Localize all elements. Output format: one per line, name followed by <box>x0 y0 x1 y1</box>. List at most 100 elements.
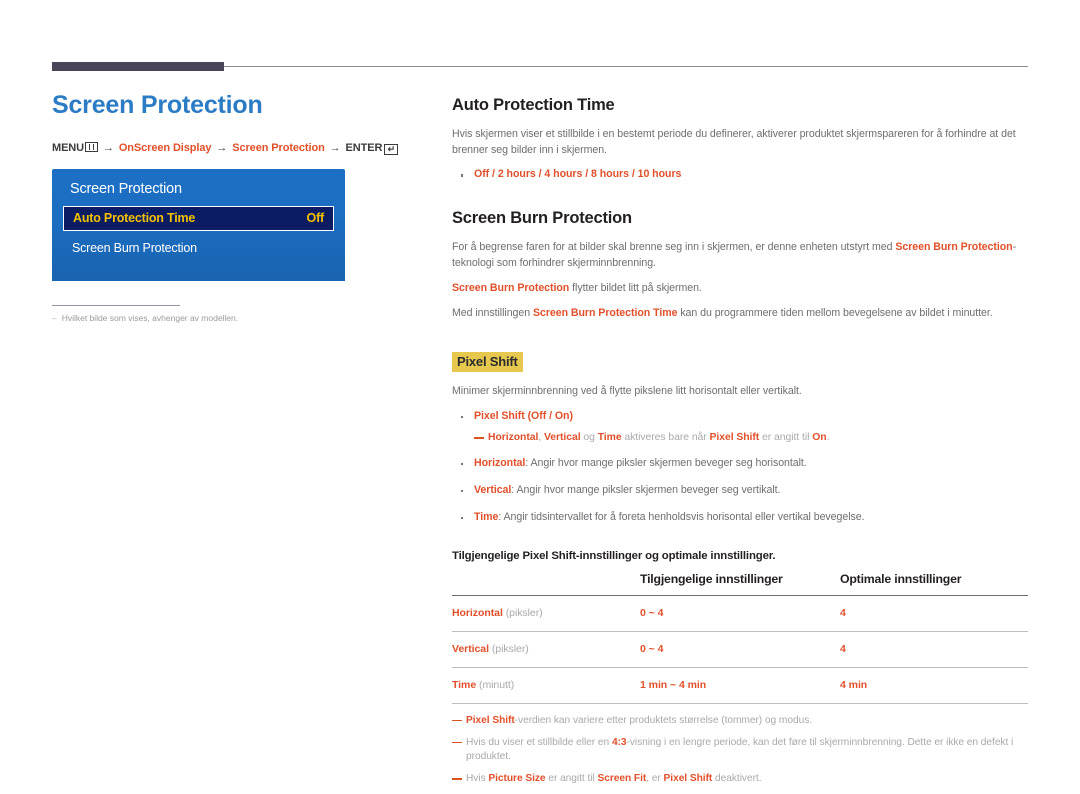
text-emphasis: Vertical <box>474 483 512 496</box>
text-fragment: kan du programmere tiden mellom bevegels… <box>677 307 993 320</box>
breadcrumb-arrow-2: → <box>216 141 228 154</box>
text-fragment: aktiveres bare når <box>621 432 710 444</box>
text-emphasis: Time <box>597 432 622 444</box>
text-fragment: Hvis <box>466 773 489 785</box>
list-item: Time: Angir tidsintervallet for å foreta… <box>452 510 1028 526</box>
list-item: Horizontal: Angir hvor mange piksler skj… <box>452 456 1028 472</box>
table-cell-label: Time (minutt) <box>452 667 640 703</box>
text-emphasis: Pixel Shift <box>663 773 713 785</box>
breadcrumb-menu-label: MENU <box>52 141 84 154</box>
footnotes: Pixel Shift-verdien kan variere etter pr… <box>452 714 1028 787</box>
osd-item-auto-protection-time[interactable]: Auto Protection Time Off <box>63 205 334 231</box>
text-emphasis: Vertical <box>543 432 581 444</box>
text-emphasis: Picture Size <box>488 773 546 785</box>
left-note-divider <box>52 304 180 306</box>
left-column: Screen Protection MENU → OnScreen Displa… <box>52 91 402 323</box>
osd-item-value: Off <box>306 211 325 225</box>
text-emphasis: Screen Burn Protection <box>895 241 1013 254</box>
text-fragment: (piksler) <box>488 642 529 655</box>
right-column: Auto Protection Time Hvis skjermen viser… <box>452 96 1028 794</box>
table-cell-available: 1 min ~ 4 min <box>640 678 707 691</box>
breadcrumb-step-onscreen-display: OnScreen Display <box>118 141 212 154</box>
footnote: Hvis du viser et stillbilde eller en 4:3… <box>452 736 1028 766</box>
text-emphasis: Horizontal <box>452 606 503 619</box>
text-fragment: . <box>826 432 830 444</box>
text-fragment: og <box>580 432 598 444</box>
note-dash-marker: – <box>52 312 57 323</box>
pixel-shift-intro: Minimer skjerminnbrenning ved å flytte p… <box>452 385 802 398</box>
footnote: Hvis Picture Size er angitt til Screen F… <box>452 772 1028 787</box>
pixel-shift-subnote: Horizontal, Vertical og Time aktiveres b… <box>452 430 1028 446</box>
table-header-available: Tilgjengelige innstillinger <box>640 571 783 586</box>
text-emphasis: Screen Burn Protection <box>452 282 570 295</box>
text-emphasis: 4:3 <box>611 736 627 748</box>
text-fragment: er angitt til <box>545 773 598 785</box>
table-cell-available: 0 ~ 4 <box>640 606 664 619</box>
left-note-text: Hvilket bilde som vises, avhenger av mod… <box>61 312 239 323</box>
left-note: – Hvilket bilde som vises, avhenger av m… <box>52 313 402 323</box>
text-emphasis: Time <box>452 678 477 691</box>
auto-protection-time-options-list: Off / 2 hours / 4 hours / 8 hours / 10 h… <box>452 167 1028 183</box>
text-fragment: (piksler) <box>502 606 543 619</box>
text-fragment: (minutt) <box>476 678 515 691</box>
text-fragment: : Angir hvor mange piksler skjermen beve… <box>525 457 807 470</box>
osd-item-screen-burn-protection[interactable]: Screen Burn Protection <box>63 236 334 261</box>
enter-return-icon: ↵ <box>384 143 399 155</box>
text-emphasis: Vertical <box>452 642 489 655</box>
text-emphasis: Pixel Shift <box>466 714 515 726</box>
page-top-accent-bar <box>52 62 224 71</box>
text-emphasis: Pixel Shift <box>709 432 760 444</box>
breadcrumb-step-screen-protection: Screen Protection <box>232 141 325 154</box>
text-emphasis: Pixel Shift <box>474 409 525 422</box>
text-emphasis: On <box>812 432 827 444</box>
text-fragment: flytter bildet litt på skjermen. <box>569 282 702 295</box>
table-cell-optimal: 4 <box>840 642 846 655</box>
pixel-shift-bullets: Pixel Shift (Off / On) <box>452 409 1028 425</box>
table-row: Vertical (piksler) 0 ~ 4 4 <box>452 631 1028 667</box>
table-cell-label: Vertical (piksler) <box>452 631 640 667</box>
breadcrumb-arrow-1: → <box>102 141 114 154</box>
table-cell-optimal: 4 <box>840 606 846 619</box>
screen-burn-paragraph-3: Med innstillingen Screen Burn Protection… <box>452 305 1028 321</box>
footnote: Pixel Shift-verdien kan variere etter pr… <box>452 714 1028 729</box>
table-cell-available: 0 ~ 4 <box>640 642 664 655</box>
breadcrumb-arrow-3: → <box>329 141 341 154</box>
section-heading-auto-protection-time: Auto Protection Time <box>452 96 615 114</box>
text-emphasis: Time <box>474 510 499 523</box>
subsection-chip-pixel-shift: Pixel Shift <box>452 352 523 373</box>
osd-item-label: Auto Protection Time <box>73 211 196 225</box>
breadcrumb: MENU → OnScreen Display → Screen Protect… <box>52 141 402 155</box>
text-fragment: For å begrense faren for at bilder skal … <box>452 241 896 254</box>
text-fragment: : Angir hvor mange piksler skjermen beve… <box>511 483 781 496</box>
screen-burn-paragraph-1: For å begrense faren for at bilder skal … <box>452 239 1028 271</box>
text-emphasis: Horizontal <box>474 457 526 470</box>
page-title: Screen Protection <box>52 91 263 119</box>
table-caption: Tilgjengelige Pixel Shift-innstillinger … <box>452 549 776 562</box>
text-emphasis: Screen Burn Protection Time <box>532 307 678 320</box>
menu-bars-icon <box>85 141 98 152</box>
text-fragment: -verdien kan variere etter produktets st… <box>514 714 813 726</box>
table-row: Horizontal (piksler) 0 ~ 4 4 <box>452 595 1028 631</box>
pixel-shift-settings-table: Tilgjengelige innstillinger Optimale inn… <box>452 566 1028 704</box>
auto-protection-time-paragraph: Hvis skjermen viser et stillbilde i en b… <box>452 128 1016 157</box>
text-fragment: , er <box>646 773 664 785</box>
osd-item-label: Screen Burn Protection <box>72 241 197 255</box>
text-fragment: Med innstillingen <box>452 307 533 320</box>
pixel-shift-param-bullets: Horizontal: Angir hvor mange piksler skj… <box>452 456 1028 526</box>
table-cell-optimal: 4 min <box>840 678 868 691</box>
text-fragment: (Off / On) <box>524 409 573 422</box>
list-item: Pixel Shift (Off / On) <box>452 409 1028 425</box>
screen-burn-paragraph-2: Screen Burn Protection flytter bildet li… <box>452 280 1028 296</box>
text-fragment: Hvis du viser et stillbilde eller en <box>466 736 612 748</box>
breadcrumb-enter-label: ENTER <box>345 141 383 154</box>
table-header-blank <box>452 566 640 596</box>
text-emphasis: Horizontal <box>488 432 539 444</box>
osd-title: Screen Protection <box>70 180 182 197</box>
text-fragment: : Angir tidsintervallet for å foreta hen… <box>498 510 865 523</box>
table-cell-label: Horizontal (piksler) <box>452 595 640 631</box>
text-fragment: deaktivert. <box>712 773 762 785</box>
text-emphasis: Screen Fit <box>597 773 647 785</box>
table-header-row: Tilgjengelige innstillinger Optimale inn… <box>452 566 1028 596</box>
table-header-optimal: Optimale innstillinger <box>840 571 962 586</box>
list-item: Off / 2 hours / 4 hours / 8 hours / 10 h… <box>452 167 1028 183</box>
